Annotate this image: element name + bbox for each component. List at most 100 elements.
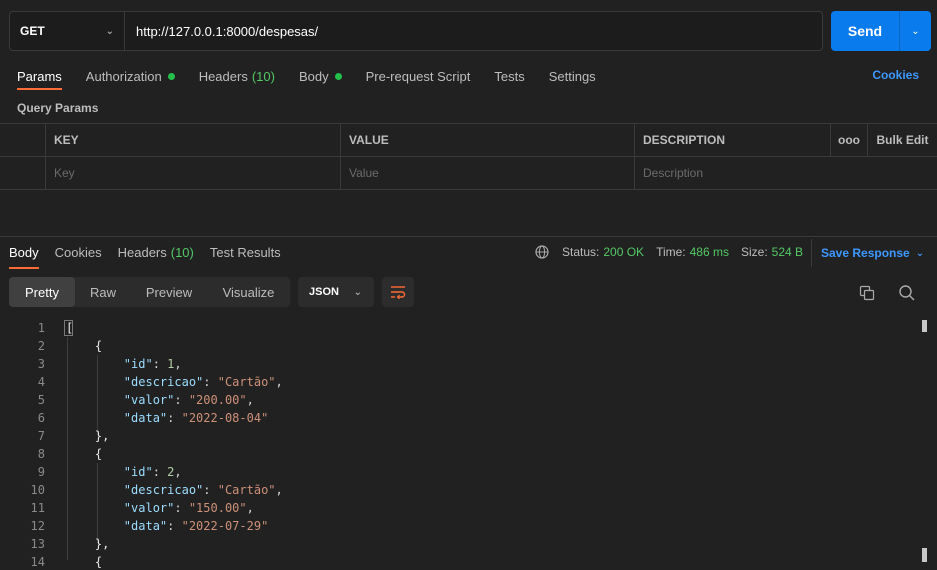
code-text: "valor": "200.00", xyxy=(123,393,254,407)
line-number: 6 xyxy=(37,411,45,425)
code-text: }, xyxy=(66,537,110,551)
tab-prerequest-script[interactable]: Pre-request Script xyxy=(366,69,471,84)
visualize-button[interactable]: Visualize xyxy=(207,277,290,307)
line-number: 3 xyxy=(37,357,45,371)
scrollbar-thumb[interactable] xyxy=(922,320,927,332)
code-line: 9 "id": 2, xyxy=(0,463,915,481)
line-number: 9 xyxy=(37,465,45,479)
url-input[interactable]: http://127.0.0.1:8000/despesas/ xyxy=(125,12,822,50)
tab-authorization-label: Authorization xyxy=(85,68,162,84)
value-input[interactable]: Value xyxy=(341,157,635,189)
tab-tests[interactable]: Tests xyxy=(494,69,524,84)
code-text: { xyxy=(66,555,103,569)
code-text: { xyxy=(66,339,103,353)
tab-tests-label: Tests xyxy=(494,68,525,84)
copy-icon[interactable] xyxy=(859,285,875,301)
raw-button[interactable]: Raw xyxy=(75,277,131,307)
code-text: "valor": "150.00", xyxy=(123,501,254,515)
chevron-down-icon: ⌄ xyxy=(915,247,925,259)
query-params-title: Query Params xyxy=(17,101,99,115)
tab-body-label: Body xyxy=(298,68,329,84)
code-text: "data": "2022-08-04" xyxy=(123,411,269,425)
params-table: KEY VALUE DESCRIPTION ooo Bulk Edit Key … xyxy=(0,123,937,190)
code-text: }, xyxy=(66,429,110,443)
tab-params[interactable]: Params xyxy=(17,68,62,90)
pretty-button[interactable]: Pretty xyxy=(9,277,75,307)
code-line: 11 "valor": "150.00", xyxy=(0,499,915,517)
time-value[interactable]: 486 ms xyxy=(690,245,729,259)
tab-prerequest-label: Pre-request Script xyxy=(365,68,471,84)
cookies-link[interactable]: Cookies xyxy=(872,68,919,82)
chevron-down-icon: ⌄ xyxy=(105,25,114,37)
tab-headers-count: (10) xyxy=(251,68,275,84)
send-button[interactable]: Send xyxy=(831,11,899,51)
line-number: 1 xyxy=(37,321,45,335)
tab-response-headers-count: (10) xyxy=(170,245,194,260)
code-text: "id": 1, xyxy=(123,357,182,371)
format-label: JSON xyxy=(309,286,339,298)
tab-settings[interactable]: Settings xyxy=(549,69,596,84)
tab-response-headers[interactable]: Headers (10) xyxy=(118,245,194,260)
line-number: 2 xyxy=(37,339,45,353)
line-number: 13 xyxy=(30,537,45,551)
editor-scrollbar[interactable] xyxy=(921,319,929,564)
method-label: GET xyxy=(20,24,45,38)
table-header-row: KEY VALUE DESCRIPTION ooo Bulk Edit xyxy=(0,124,937,157)
preview-button[interactable]: Preview xyxy=(131,277,207,307)
save-response-label: Save Response xyxy=(821,246,910,260)
search-icon[interactable] xyxy=(898,284,915,301)
tab-body[interactable]: Body xyxy=(299,69,342,84)
tab-params-label: Params xyxy=(17,68,62,84)
chevron-down-icon: ⌄ xyxy=(911,25,920,37)
line-number: 14 xyxy=(30,555,45,569)
code-line: 6 "data": "2022-08-04" xyxy=(0,409,915,427)
format-select[interactable]: JSON ⌄ xyxy=(298,277,374,307)
code-text: { xyxy=(66,447,103,461)
value-column-header: VALUE xyxy=(341,124,635,156)
request-tabs: Params Authorization Headers (10) Body Pr… xyxy=(17,67,620,90)
tab-test-results[interactable]: Test Results xyxy=(210,245,281,260)
tab-headers[interactable]: Headers (10) xyxy=(199,69,275,84)
key-column-header: KEY xyxy=(46,124,341,156)
line-number: 8 xyxy=(37,447,45,461)
more-options-icon[interactable]: ooo xyxy=(831,124,868,156)
status-value[interactable]: 200 OK xyxy=(603,245,644,259)
status-dot-icon xyxy=(334,72,342,80)
line-number: 12 xyxy=(30,519,45,533)
pane-divider[interactable] xyxy=(0,236,937,237)
save-response-button[interactable]: Save Response ⌄ xyxy=(811,239,924,267)
response-tabs: Body Cookies Headers (10) Test Results xyxy=(9,245,297,269)
tab-authorization[interactable]: Authorization xyxy=(86,69,175,84)
chevron-down-icon: ⌄ xyxy=(353,286,362,298)
tab-response-cookies[interactable]: Cookies xyxy=(55,245,102,260)
size-label: Size: xyxy=(740,245,768,259)
key-input[interactable]: Key xyxy=(46,157,341,189)
code-line: 14 { xyxy=(0,553,915,570)
method-select[interactable]: GET ⌄ xyxy=(10,12,125,50)
code-line: 12 "data": "2022-07-29" xyxy=(0,517,915,535)
tab-response-headers-label: Headers xyxy=(117,245,167,260)
code-line: 1[ xyxy=(0,319,915,337)
globe-icon[interactable] xyxy=(535,245,549,259)
bracket-match-highlight xyxy=(64,320,73,336)
description-input[interactable]: Description xyxy=(635,157,937,189)
bulk-edit-button[interactable]: Bulk Edit xyxy=(868,124,937,156)
size-value[interactable]: 524 B xyxy=(772,245,803,259)
code-line: 8 { xyxy=(0,445,915,463)
url-bar: GET ⌄ http://127.0.0.1:8000/despesas/ xyxy=(9,11,823,51)
wrap-lines-button[interactable] xyxy=(382,277,414,307)
time-label: Time: xyxy=(656,245,686,259)
description-column-header: DESCRIPTION xyxy=(635,124,831,156)
row-checkbox[interactable] xyxy=(0,157,46,189)
tab-response-body[interactable]: Body xyxy=(9,245,39,269)
response-body-editor[interactable]: 1[ 2 { 3 "id": 1, 4 "descricao": "Cartão… xyxy=(0,319,915,570)
scrollbar-thumb[interactable] xyxy=(922,548,927,562)
tab-test-results-label: Test Results xyxy=(209,245,281,260)
code-line: 7 }, xyxy=(0,427,915,445)
send-options-button[interactable]: ⌄ xyxy=(899,11,931,51)
view-mode-toggle: Pretty Raw Preview Visualize xyxy=(9,277,290,307)
code-text: "descricao": "Cartão", xyxy=(123,375,283,389)
code-line: 4 "descricao": "Cartão", xyxy=(0,373,915,391)
line-number: 5 xyxy=(37,393,45,407)
code-text: "data": "2022-07-29" xyxy=(123,519,269,533)
